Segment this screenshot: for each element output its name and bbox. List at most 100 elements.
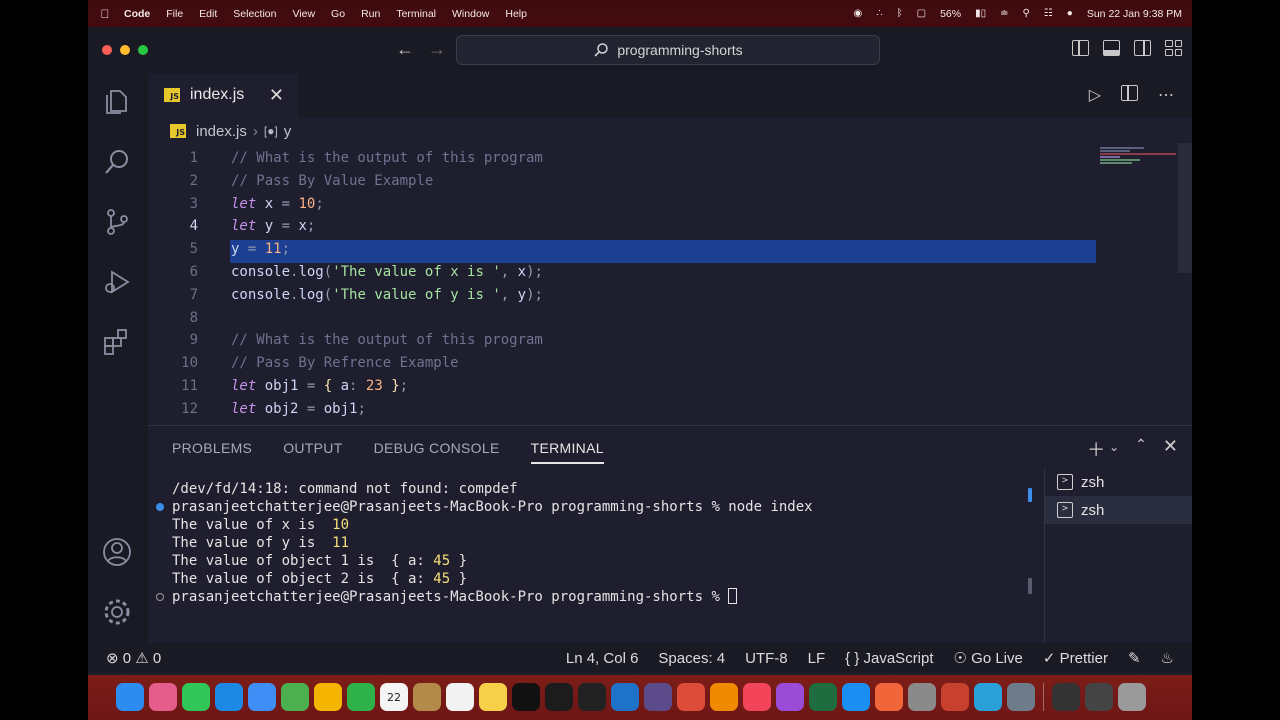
customize-layout-icon[interactable] xyxy=(1165,40,1182,56)
folder-dark-icon[interactable] xyxy=(1052,683,1080,711)
indentation[interactable]: Spaces: 4 xyxy=(658,650,725,667)
editor-scrollbar[interactable] xyxy=(1178,143,1192,273)
safari-icon[interactable] xyxy=(215,683,243,711)
quicktime-icon[interactable] xyxy=(974,683,1002,711)
breadcrumb-symbol[interactable]: y xyxy=(284,123,292,140)
notes-brown-icon[interactable] xyxy=(413,683,441,711)
chrome-icon[interactable] xyxy=(677,683,705,711)
app-menu[interactable]: Code xyxy=(124,8,150,20)
code-line[interactable]: 8 xyxy=(148,307,1178,330)
code-line[interactable]: 6 console.log('The value of x is ', x); xyxy=(148,261,1178,284)
code-line[interactable]: 4 let y = x; xyxy=(148,215,1178,238)
zoom-window-button[interactable] xyxy=(138,45,148,55)
vlc-icon[interactable] xyxy=(710,683,738,711)
feedback-icon[interactable]: ✎ xyxy=(1128,649,1141,667)
maximize-panel-icon[interactable]: ⌃ xyxy=(1135,436,1147,462)
command-decoration-icon[interactable] xyxy=(156,503,164,511)
gear-icon[interactable] xyxy=(102,597,132,627)
close-panel-icon[interactable]: ✕ xyxy=(1163,436,1178,462)
menu-terminal[interactable]: Terminal xyxy=(396,8,436,20)
command-decoration-icon[interactable] xyxy=(156,593,164,601)
terminal-output[interactable]: /dev/fd/14:18: command not found: compde… xyxy=(156,480,813,606)
mail-icon[interactable] xyxy=(248,683,276,711)
code-editor[interactable]: 1 // What is the output of this program 2 /… xyxy=(148,143,1192,425)
command-center-search[interactable]: programming-shorts xyxy=(456,35,880,65)
menubar-clock[interactable]: Sun 22 Jan 9:38 PM xyxy=(1087,8,1182,20)
code-line[interactable]: 2 // Pass By Value Example xyxy=(148,170,1178,193)
downloads-icon[interactable] xyxy=(1085,683,1113,711)
language-mode[interactable]: { } JavaScript xyxy=(845,650,933,667)
reminders-icon[interactable] xyxy=(446,683,474,711)
cursor-position[interactable]: Ln 4, Col 6 xyxy=(566,650,639,667)
terminal-instance[interactable]: > zsh xyxy=(1045,468,1192,496)
swift-playgrounds-icon[interactable] xyxy=(875,683,903,711)
toggle-primary-sidebar-icon[interactable] xyxy=(1072,40,1089,56)
go-live-button[interactable]: ☉ Go Live xyxy=(954,649,1023,667)
powerpoint-icon[interactable] xyxy=(941,683,969,711)
launchpad-icon[interactable] xyxy=(149,683,177,711)
toggle-panel-icon[interactable] xyxy=(1103,40,1120,56)
dots-icon[interactable]: ∴ xyxy=(876,8,882,19)
tab-index-js[interactable]: JS index.js ✕ xyxy=(148,73,298,117)
end-of-line[interactable]: LF xyxy=(808,650,826,667)
run-file-icon[interactable]: ▷ xyxy=(1089,85,1101,105)
explorer-icon[interactable] xyxy=(102,87,132,117)
menu-run[interactable]: Run xyxy=(361,8,380,20)
vscode-icon[interactable] xyxy=(611,683,639,711)
problems-status[interactable]: ⊗ 0 ⚠ 0 xyxy=(106,649,161,667)
forward-arrow-icon[interactable]: → xyxy=(428,39,446,60)
wifi-icon[interactable]: ≐ xyxy=(1000,8,1008,19)
close-window-button[interactable] xyxy=(102,45,112,55)
menu-file[interactable]: File xyxy=(166,8,183,20)
terminal-instance[interactable]: > zsh xyxy=(1045,496,1192,524)
code-line[interactable]: 12 let obj2 = obj1; xyxy=(148,398,1178,421)
minimize-window-button[interactable] xyxy=(120,45,130,55)
encoding[interactable]: UTF-8 xyxy=(745,650,788,667)
github-desktop-icon[interactable] xyxy=(644,683,672,711)
menu-window[interactable]: Window xyxy=(452,8,489,20)
menu-help[interactable]: Help xyxy=(505,8,527,20)
preview-icon[interactable] xyxy=(1007,683,1035,711)
tab-problems[interactable]: PROBLEMS xyxy=(172,440,252,464)
new-terminal-icon[interactable]: ＋ xyxy=(1087,436,1105,462)
mongodb-compass-icon[interactable] xyxy=(809,683,837,711)
apple-menu-icon[interactable]:  xyxy=(98,7,112,21)
tab-debug-console[interactable]: DEBUG CONSOLE xyxy=(374,440,500,464)
control-center-icon[interactable]: ☷ xyxy=(1044,8,1053,19)
trash-icon[interactable] xyxy=(1118,683,1146,711)
notes-icon[interactable] xyxy=(479,683,507,711)
code-line[interactable]: 7 console.log('The value of y is ', y); xyxy=(148,284,1178,307)
tab-output[interactable]: OUTPUT xyxy=(283,440,342,464)
battery-icon[interactable]: ▮▯ xyxy=(975,8,986,19)
bluetooth-icon[interactable]: ᛒ xyxy=(897,8,903,19)
run-debug-icon[interactable] xyxy=(102,267,132,297)
source-control-icon[interactable] xyxy=(102,207,132,237)
menu-selection[interactable]: Selection xyxy=(233,8,276,20)
close-icon[interactable]: ✕ xyxy=(269,85,284,106)
app-store-icon[interactable] xyxy=(842,683,870,711)
menu-edit[interactable]: Edit xyxy=(199,8,217,20)
code-line[interactable]: 3 let x = 10; xyxy=(148,193,1178,216)
tab-terminal[interactable]: TERMINAL xyxy=(530,440,604,464)
calendar-icon[interactable]: 22 xyxy=(380,683,408,711)
spotlight-icon[interactable]: ⚲ xyxy=(1023,8,1030,19)
music-icon[interactable] xyxy=(743,683,771,711)
split-editor-icon[interactable] xyxy=(1121,85,1138,101)
code-line[interactable]: 10 // Pass By Refrence Example xyxy=(148,352,1178,375)
prettier-button[interactable]: ✓ Prettier xyxy=(1043,649,1108,667)
menu-view[interactable]: View xyxy=(292,8,315,20)
minimap[interactable] xyxy=(1100,143,1178,425)
finder-icon[interactable] xyxy=(116,683,144,711)
breadcrumb-file[interactable]: index.js xyxy=(196,123,247,140)
messages-icon[interactable] xyxy=(182,683,210,711)
back-arrow-icon[interactable]: ← xyxy=(396,39,414,60)
system-settings-icon[interactable] xyxy=(908,683,936,711)
facetime-icon[interactable] xyxy=(347,683,375,711)
extensions-icon[interactable] xyxy=(102,327,132,357)
menu-go[interactable]: Go xyxy=(331,8,345,20)
chevron-down-icon[interactable]: ⌄ xyxy=(1109,440,1119,462)
toggle-secondary-sidebar-icon[interactable] xyxy=(1134,40,1151,56)
screen-share-icon[interactable]: ◉ xyxy=(854,8,863,19)
maps-icon[interactable] xyxy=(281,683,309,711)
code-line[interactable]: 1 // What is the output of this program xyxy=(148,147,1178,170)
